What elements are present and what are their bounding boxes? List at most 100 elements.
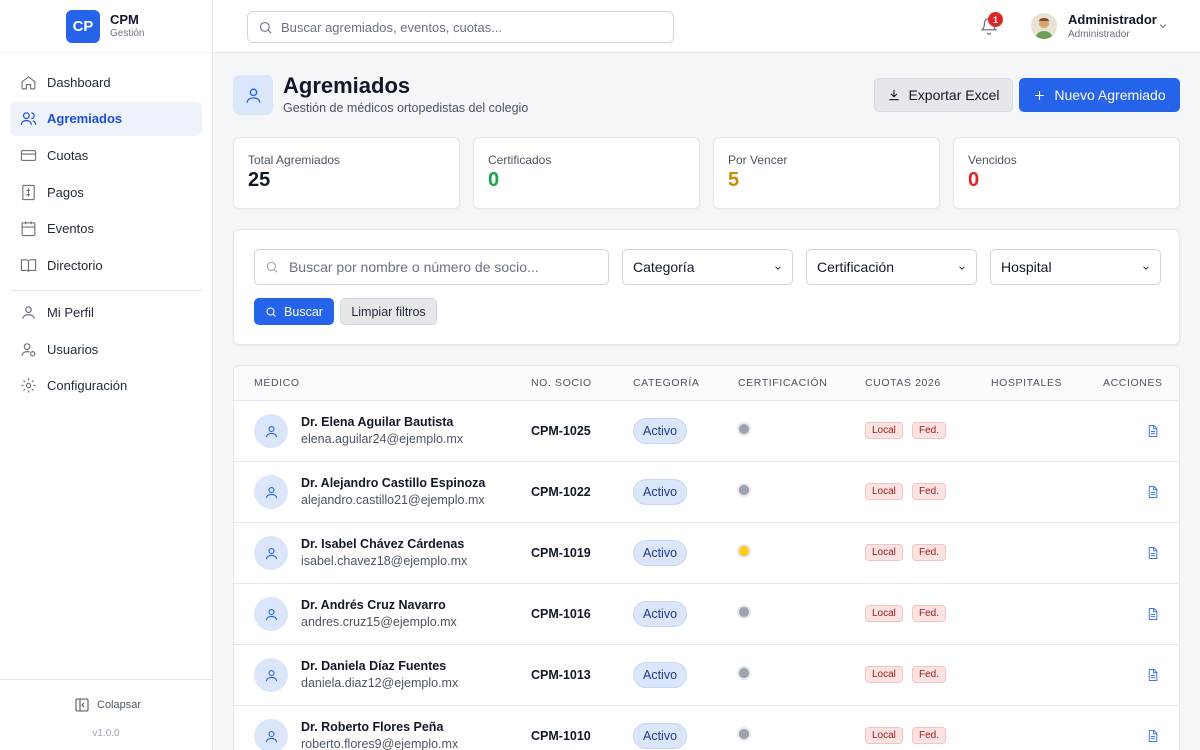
view-file-button[interactable] — [1146, 546, 1160, 560]
member-avatar — [254, 475, 288, 509]
user-icon — [265, 425, 277, 437]
member-name[interactable]: Dr. Isabel Chávez Cárdenas — [301, 537, 464, 551]
chevron-down-icon — [959, 266, 965, 270]
sidebar-divider — [10, 290, 202, 292]
sidebar-item-label: Eventos — [47, 221, 94, 237]
table-row[interactable]: Dr. Isabel Chávez Cárdenas isabel.chavez… — [234, 523, 1179, 584]
avatar-illustration — [1035, 18, 1053, 39]
member-search[interactable] — [254, 249, 609, 285]
export-label: Exportar Excel — [908, 87, 1000, 103]
column-header-no-socio[interactable]: NO. SOCIO — [531, 377, 592, 389]
user-icon — [245, 87, 261, 103]
members-table: MÉDICO NO. SOCIO CATEGORÍA CERTIFICACIÓN… — [233, 365, 1180, 750]
member-email: elena.aguilar24@ejemplo.mx — [301, 432, 464, 446]
cuota-local-badge: Local — [865, 422, 903, 439]
stat-value: 0 — [488, 169, 500, 191]
user-name[interactable]: Administrador — [1068, 12, 1157, 27]
chevron-down-icon — [775, 266, 781, 270]
search-button[interactable]: Buscar — [254, 298, 334, 325]
member-name[interactable]: Dr. Daniela Díaz Fuentes — [301, 659, 446, 673]
stat-card-certificados: Certificados 0 — [473, 137, 700, 209]
sidebar-footer: Colapsar v1.0.0 — [0, 679, 212, 750]
download-icon — [889, 89, 900, 101]
column-header-cuotas[interactable]: CUOTAS 2026 — [865, 377, 941, 389]
sidebar-item-mi-perfil[interactable]: Mi Perfil — [10, 295, 202, 329]
export-excel-button[interactable]: Exportar Excel — [874, 78, 1013, 112]
member-number: CPM-1025 — [531, 424, 591, 438]
member-email: alejandro.castillo21@ejemplo.mx — [301, 493, 485, 507]
cuota-local-badge: Local — [865, 544, 903, 561]
member-name[interactable]: Dr. Roberto Flores Peña — [301, 720, 443, 734]
credit-card-icon — [20, 149, 37, 161]
member-name[interactable]: Dr. Alejandro Castillo Espinoza — [301, 476, 485, 490]
member-avatar — [254, 536, 288, 570]
member-name[interactable]: Dr. Andrés Cruz Navarro — [301, 598, 446, 612]
brand: CP CPM Gestión — [0, 0, 212, 53]
column-header-hospitales[interactable]: HOSPITALES — [991, 377, 1062, 389]
stat-label: Por Vencer — [728, 153, 788, 167]
brand-subtitle: Gestión — [110, 28, 145, 39]
table-row[interactable]: Dr. Roberto Flores Peña roberto.flores9@… — [234, 706, 1179, 750]
stat-value: 25 — [248, 169, 271, 191]
plus-icon — [1035, 90, 1045, 100]
member-number: CPM-1013 — [531, 668, 591, 682]
new-agremiado-button[interactable]: Nuevo Agremiado — [1019, 78, 1180, 112]
member-search-input[interactable] — [288, 259, 608, 275]
view-file-button[interactable] — [1146, 729, 1160, 743]
sidebar-item-directorio[interactable]: Directorio — [10, 248, 202, 282]
stat-label: Vencidos — [968, 153, 1017, 167]
table-row[interactable]: Dr. Andrés Cruz Navarro andres.cruz15@ej… — [234, 584, 1179, 645]
member-email: isabel.chavez18@ejemplo.mx — [301, 554, 468, 568]
member-name[interactable]: Dr. Elena Aguilar Bautista — [301, 415, 453, 429]
sidebar-item-label: Directorio — [47, 257, 103, 273]
sidebar-item-configuracion[interactable]: Configuración — [10, 369, 202, 403]
column-header-categoria[interactable]: CATEGORÍA — [633, 377, 699, 389]
user-role: Administrador — [1068, 29, 1130, 40]
sidebar-item-cuotas[interactable]: Cuotas — [10, 138, 202, 172]
sidebar-item-dashboard[interactable]: Dashboard — [10, 65, 202, 99]
clear-filters-button[interactable]: Limpiar filtros — [340, 298, 437, 325]
calendar-icon — [21, 221, 36, 237]
chevron-down-icon[interactable] — [1157, 20, 1169, 32]
cuota-fed-badge: Fed. — [912, 666, 947, 683]
column-header-medico[interactable]: MÉDICO — [254, 377, 300, 389]
sidebar-item-pagos[interactable]: Pagos — [10, 175, 202, 209]
view-file-button[interactable] — [1146, 668, 1160, 682]
document-icon — [1148, 425, 1158, 437]
users-icon — [20, 112, 37, 126]
hospital-select[interactable]: Hospital — [990, 249, 1161, 285]
view-file-button[interactable] — [1146, 485, 1160, 499]
sidebar-item-eventos[interactable]: Eventos — [10, 212, 202, 246]
document-icon — [1148, 608, 1158, 620]
collapse-button[interactable]: Colapsar — [74, 697, 141, 713]
cuota-local-badge: Local — [865, 666, 903, 683]
filters-panel: Categoría Certificación Hospital Buscar … — [233, 229, 1180, 345]
cuota-local-badge: Local — [865, 483, 903, 500]
document-icon — [1148, 547, 1158, 559]
sidebar-item-usuarios[interactable]: Usuarios — [10, 332, 202, 366]
certification-select[interactable]: Certificación — [806, 249, 977, 285]
user-icon — [265, 486, 277, 498]
category-badge: Activo — [633, 662, 688, 688]
category-badge: Activo — [633, 479, 688, 505]
notifications-button[interactable]: 1 — [980, 12, 1003, 37]
column-header-certificacion[interactable]: CERTIFICACIÓN — [738, 377, 827, 389]
global-search[interactable] — [247, 11, 674, 43]
table-row[interactable]: Dr. Alejandro Castillo Espinoza alejandr… — [234, 462, 1179, 523]
hospital-select-value: Hospital — [1001, 259, 1052, 275]
member-avatar — [254, 658, 288, 692]
clear-filters-label: Limpiar filtros — [351, 304, 426, 319]
brand-logo[interactable]: CP — [66, 10, 100, 43]
sidebar-item-agremiados[interactable]: Agremiados — [10, 101, 202, 136]
table-header: MÉDICO NO. SOCIO CATEGORÍA CERTIFICACIÓN… — [234, 366, 1179, 401]
table-row[interactable]: Dr. Elena Aguilar Bautista elena.aguilar… — [234, 401, 1179, 462]
table-row[interactable]: Dr. Daniela Díaz Fuentes daniela.diaz12@… — [234, 645, 1179, 706]
category-badge: Activo — [633, 723, 688, 749]
view-file-button[interactable] — [1146, 607, 1160, 621]
view-file-button[interactable] — [1146, 424, 1160, 438]
sidebar-item-label: Pagos — [47, 184, 84, 200]
user-avatar[interactable] — [1031, 13, 1057, 39]
global-search-input[interactable] — [281, 19, 661, 35]
category-select[interactable]: Categoría — [622, 249, 793, 285]
page-subtitle: Gestión de médicos ortopedistas del cole… — [283, 101, 529, 115]
